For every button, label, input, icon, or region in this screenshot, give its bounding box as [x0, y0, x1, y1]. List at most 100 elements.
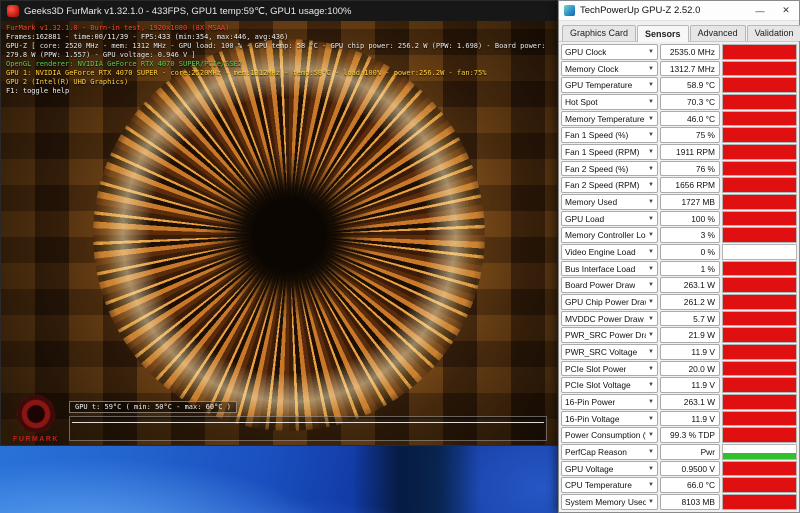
sensor-label-dropdown[interactable]: Video Engine Load▼	[561, 244, 658, 260]
sensor-history-graph	[722, 77, 797, 93]
chevron-down-icon[interactable]: ▼	[648, 199, 654, 205]
sensor-bar	[723, 295, 796, 309]
chevron-down-icon[interactable]: ▼	[648, 182, 654, 188]
sensor-row: PCIe Slot Voltage▼11.9 V	[561, 377, 797, 393]
sensor-value: 66.0 °C	[660, 477, 720, 493]
gpuz-window: TechPowerUp GPU-Z 2.52.0 — ✕ Graphics Ca…	[558, 0, 800, 513]
furmark-app-icon	[7, 5, 19, 17]
chevron-down-icon[interactable]: ▼	[648, 82, 654, 88]
sensor-label-text: CPU Temperature	[565, 480, 632, 490]
sensor-label-dropdown[interactable]: MVDDC Power Draw▼	[561, 311, 658, 327]
tab-graphics-card[interactable]: Graphics Card	[562, 25, 636, 41]
sensor-row: Fan 2 Speed (RPM)▼1656 RPM	[561, 177, 797, 193]
chevron-down-icon[interactable]: ▼	[648, 216, 654, 222]
sensor-label-dropdown[interactable]: 16-Pin Voltage ▼	[561, 411, 658, 427]
close-button[interactable]: ✕	[773, 1, 799, 21]
sensor-label-dropdown[interactable]: Bus Interface Load▼	[561, 261, 658, 277]
tab-advanced[interactable]: Advanced	[690, 25, 746, 41]
chevron-down-icon[interactable]: ▼	[648, 499, 654, 505]
tab-validation[interactable]: Validation	[747, 25, 800, 41]
sensor-label-text: 16-Pin Voltage	[565, 414, 619, 424]
sensor-label-text: Power Consumption (%)	[565, 430, 646, 440]
furmark-logo-text: FURMARK	[7, 436, 65, 443]
chevron-down-icon[interactable]: ▼	[648, 482, 654, 488]
sensor-history-graph	[722, 144, 797, 160]
chevron-down-icon[interactable]: ▼	[648, 232, 654, 238]
sensor-row: Fan 1 Speed (RPM)▼1911 RPM	[561, 144, 797, 160]
sensor-label-dropdown[interactable]: GPU Temperature▼	[561, 77, 658, 93]
chevron-down-icon[interactable]: ▼	[648, 332, 654, 338]
chevron-down-icon[interactable]: ▼	[648, 349, 654, 355]
chevron-down-icon[interactable]: ▼	[648, 432, 654, 438]
sensor-label-dropdown[interactable]: Memory Temperature▼	[561, 111, 658, 127]
tab-sensors[interactable]: Sensors	[637, 25, 689, 42]
chevron-down-icon[interactable]: ▼	[648, 116, 654, 122]
gpuz-titlebar[interactable]: TechPowerUp GPU-Z 2.52.0 — ✕	[559, 1, 799, 21]
sensor-label-dropdown[interactable]: Hot Spot▼	[561, 94, 658, 110]
sensor-list: GPU Clock▼2535.0 MHzMemory Clock▼1312.7 …	[559, 42, 799, 512]
chevron-down-icon[interactable]: ▼	[648, 316, 654, 322]
overlay-line: FurMark v1.32.1.0 - Burn-in test, 1920x1…	[6, 24, 546, 33]
sensor-label-dropdown[interactable]: System Memory Used▼	[561, 494, 658, 510]
furmark-titlebar[interactable]: Geeks3D FurMark v1.32.1.0 - 433FPS, GPU1…	[1, 1, 557, 21]
chevron-down-icon[interactable]: ▼	[648, 366, 654, 372]
chevron-down-icon[interactable]: ▼	[648, 266, 654, 272]
minimize-button[interactable]: —	[747, 1, 773, 21]
sensor-bar	[723, 95, 796, 109]
sensor-label-dropdown[interactable]: 16-Pin Power▼	[561, 394, 658, 410]
furmark-overlay-text: FurMark v1.32.1.0 - Burn-in test, 1920x1…	[6, 24, 546, 96]
sensor-bar	[723, 62, 796, 76]
sensor-label-dropdown[interactable]: Memory Controller Load▼	[561, 227, 658, 243]
sensor-value: 1312.7 MHz	[660, 61, 720, 77]
sensor-history-graph	[722, 94, 797, 110]
chevron-down-icon[interactable]: ▼	[648, 466, 654, 472]
chevron-down-icon[interactable]: ▼	[648, 149, 654, 155]
sensor-label-dropdown[interactable]: Memory Clock▼	[561, 61, 658, 77]
sensor-label-dropdown[interactable]: CPU Temperature ▼	[561, 477, 658, 493]
sensor-label-dropdown[interactable]: PWR_SRC Voltage▼	[561, 344, 658, 360]
sensor-label-dropdown[interactable]: GPU Chip Power Draw▼	[561, 294, 658, 310]
chevron-down-icon[interactable]: ▼	[648, 66, 654, 72]
chevron-down-icon[interactable]: ▼	[648, 282, 654, 288]
sensor-value: 75 %	[660, 127, 720, 143]
sensor-label-dropdown[interactable]: GPU Voltage▼	[561, 461, 658, 477]
sensor-label-text: Board Power Draw	[565, 280, 635, 290]
sensor-label-dropdown[interactable]: PWR_SRC Power Draw▼	[561, 327, 658, 343]
chevron-down-icon[interactable]: ▼	[648, 382, 654, 388]
sensor-label-dropdown[interactable]: GPU Load▼	[561, 211, 658, 227]
chevron-down-icon[interactable]: ▼	[648, 299, 654, 305]
sensor-row: PWR_SRC Voltage▼11.9 V	[561, 344, 797, 360]
furmark-window: Geeks3D FurMark v1.32.1.0 - 433FPS, GPU1…	[0, 0, 558, 446]
sensor-label-dropdown[interactable]: Fan 1 Speed (%)▼	[561, 127, 658, 143]
chevron-down-icon[interactable]: ▼	[648, 399, 654, 405]
sensor-label-dropdown[interactable]: Memory Used▼	[561, 194, 658, 210]
sensor-label-text: PWR_SRC Power Draw	[565, 330, 646, 340]
sensor-label-text: GPU Chip Power Draw	[565, 297, 646, 307]
sensor-label-dropdown[interactable]: Board Power Draw ▼	[561, 277, 658, 293]
sensor-label-dropdown[interactable]: Fan 2 Speed (RPM)▼	[561, 177, 658, 193]
sensor-history-graph	[722, 44, 797, 60]
sensor-history-graph	[722, 177, 797, 193]
sensor-label-dropdown[interactable]: PCIe Slot Power▼	[561, 361, 658, 377]
sensor-row: Memory Temperature▼46.0 °C	[561, 111, 797, 127]
sensor-bar	[723, 195, 796, 209]
sensor-value: 261.2 W	[660, 294, 720, 310]
sensor-bar	[723, 395, 796, 409]
sensor-label-dropdown[interactable]: Power Consumption (%)▼	[561, 427, 658, 443]
chevron-down-icon[interactable]: ▼	[648, 416, 654, 422]
sensor-label-dropdown[interactable]: GPU Clock▼	[561, 44, 658, 60]
chevron-down-icon[interactable]: ▼	[648, 249, 654, 255]
chevron-down-icon[interactable]: ▼	[648, 132, 654, 138]
sensor-label-dropdown[interactable]: Fan 1 Speed (RPM)▼	[561, 144, 658, 160]
chevron-down-icon[interactable]: ▼	[648, 166, 654, 172]
chevron-down-icon[interactable]: ▼	[648, 99, 654, 105]
chevron-down-icon[interactable]: ▼	[648, 49, 654, 55]
sensor-value: 46.0 °C	[660, 111, 720, 127]
furmark-window-title: Geeks3D FurMark v1.32.1.0 - 433FPS, GPU1…	[24, 6, 352, 17]
sensor-value: 58.9 °C	[660, 77, 720, 93]
sensor-label-dropdown[interactable]: Fan 2 Speed (%)▼	[561, 161, 658, 177]
furmark-fur-donut	[93, 39, 485, 431]
chevron-down-icon[interactable]: ▼	[648, 449, 654, 455]
sensor-label-dropdown[interactable]: PCIe Slot Voltage▼	[561, 377, 658, 393]
sensor-label-dropdown[interactable]: PerfCap Reason▼	[561, 444, 658, 460]
